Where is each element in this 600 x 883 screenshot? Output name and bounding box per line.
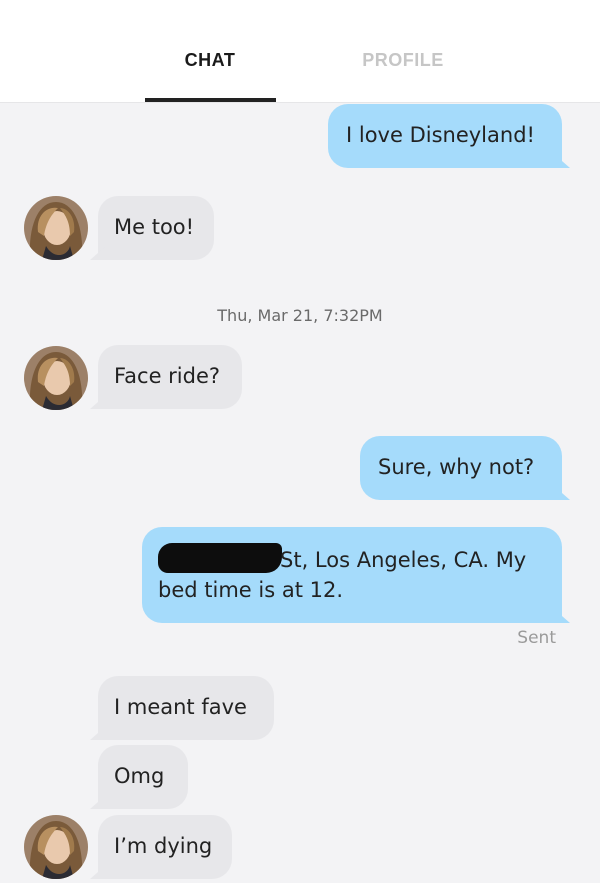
message-bubble-incoming[interactable]: I meant fave <box>98 676 274 740</box>
message-text: I’m dying <box>114 834 213 858</box>
message-text: I love Disneyland! <box>346 123 535 147</box>
message-text: I meant fave <box>114 695 247 719</box>
message-line: St, Los Angeles, CA. My <box>158 543 546 575</box>
message-line: bed time is at 12. <box>158 578 344 602</box>
message-bubble-outgoing[interactable]: Sure, why not? <box>360 436 562 500</box>
delivery-status: Sent <box>517 628 556 648</box>
tab-chat[interactable]: CHAT <box>145 50 275 71</box>
message-bubble-outgoing[interactable]: I love Disneyland! <box>328 104 562 168</box>
avatar-photo-icon <box>24 346 88 410</box>
message-text: Omg <box>114 764 165 788</box>
avatar[interactable] <box>24 346 88 410</box>
message-bubble-outgoing[interactable]: St, Los Angeles, CA. My bed time is at 1… <box>142 527 562 623</box>
redaction-mark <box>158 543 282 573</box>
message-text: St, Los Angeles, CA. My <box>280 548 527 572</box>
message-text: Face ride? <box>114 364 221 388</box>
active-tab-indicator <box>145 98 276 102</box>
message-bubble-incoming[interactable]: I’m dying <box>98 815 232 879</box>
message-bubble-incoming[interactable]: Face ride? <box>98 345 242 409</box>
message-text: Me too! <box>114 215 195 239</box>
avatar-photo-icon <box>24 815 88 879</box>
message-text: Sure, why not? <box>378 455 535 479</box>
avatar[interactable] <box>24 815 88 879</box>
tab-profile[interactable]: PROFILE <box>338 50 468 71</box>
message-timestamp: Thu, Mar 21, 7:32PM <box>217 306 383 325</box>
tab-bar: CHAT PROFILE <box>0 0 600 103</box>
avatar[interactable] <box>24 196 88 260</box>
avatar-photo-icon <box>24 196 88 260</box>
message-bubble-incoming[interactable]: Me too! <box>98 196 214 260</box>
message-bubble-incoming[interactable]: Omg <box>98 745 188 809</box>
